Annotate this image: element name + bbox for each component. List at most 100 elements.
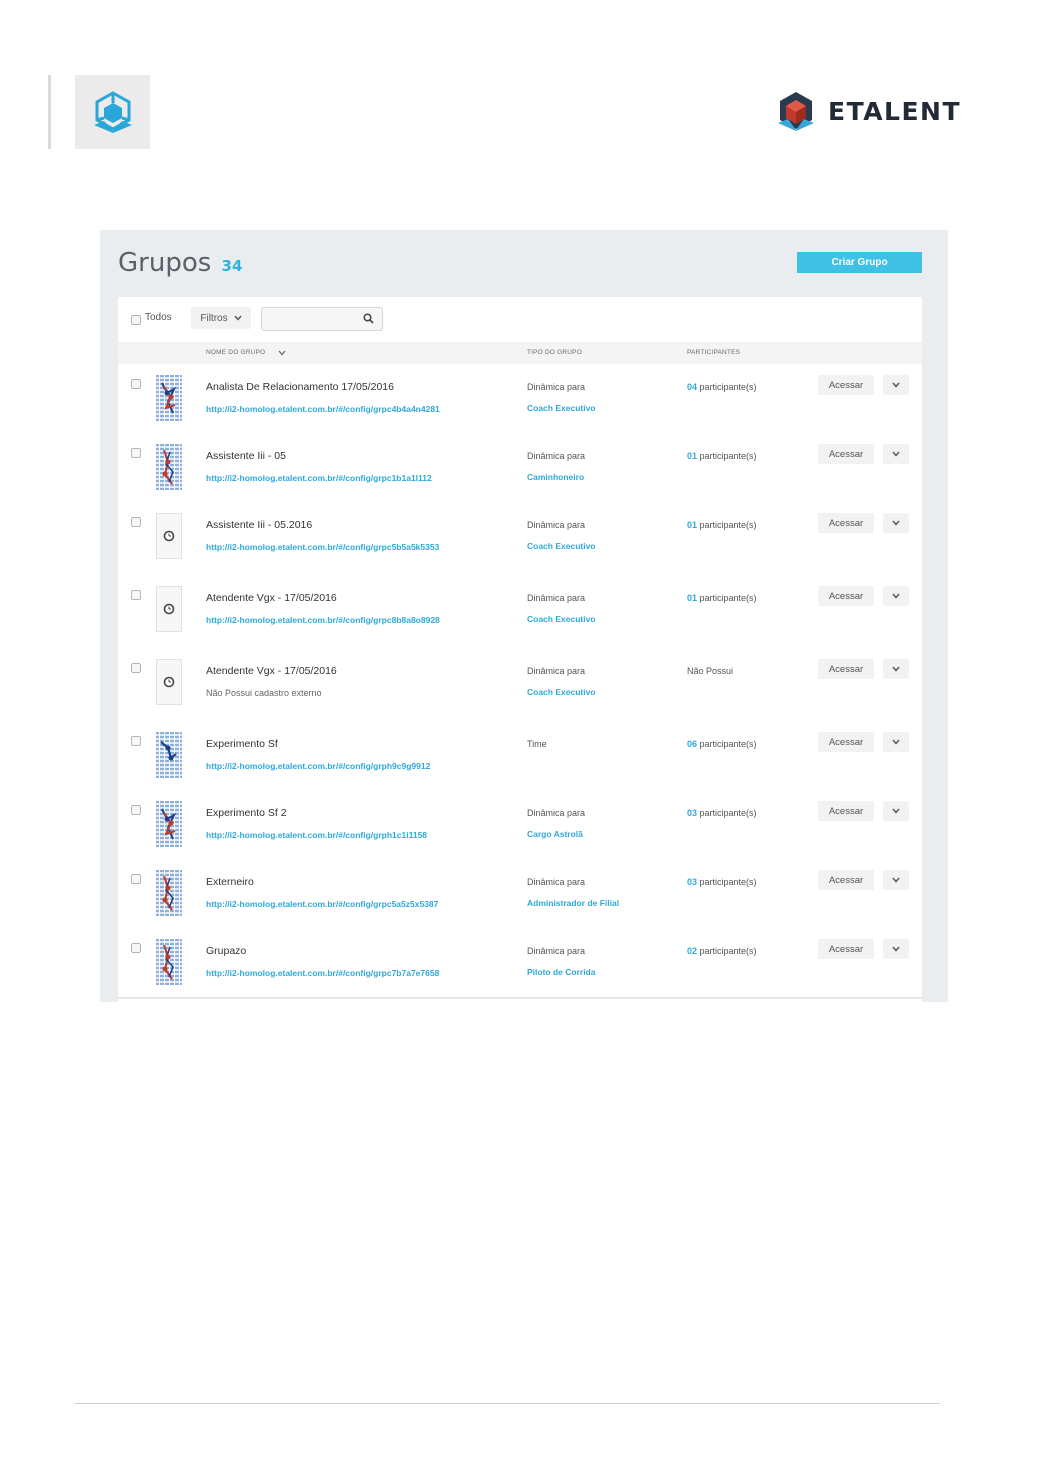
brand-name: ETALENT xyxy=(828,96,962,126)
group-name: Assistente Iii - 05 xyxy=(206,450,286,462)
groups-screen: Grupos 34 Criar Grupo Todos Filtros NOME… xyxy=(100,230,948,1002)
group-type: Dinâmica para xyxy=(527,808,586,818)
group-link[interactable]: http://i2-homolog.etalent.com.br/#/confi… xyxy=(206,761,430,771)
group-type: Dinâmica para xyxy=(527,946,586,956)
more-options-button[interactable] xyxy=(883,513,909,533)
more-options-button[interactable] xyxy=(883,801,909,821)
chevron-down-icon xyxy=(892,808,900,814)
toolbar: Todos Filtros xyxy=(118,297,922,342)
table-header: NOME DO GRUPO TIPO DO GRUPO PARTICIPANTE… xyxy=(118,342,922,365)
participants-count[interactable]: 03 xyxy=(687,808,697,818)
header-rule xyxy=(48,75,51,149)
participants-count[interactable]: 06 xyxy=(687,739,697,749)
row-checkbox[interactable] xyxy=(131,663,141,673)
access-button[interactable]: Acessar xyxy=(818,939,874,959)
more-options-button[interactable] xyxy=(883,870,909,890)
participants-label: participante(s) xyxy=(697,451,757,461)
participants-count[interactable]: 04 xyxy=(687,382,697,392)
participants-count[interactable]: 01 xyxy=(687,593,697,603)
group-link[interactable]: http://i2-homolog.etalent.com.br/#/confi… xyxy=(206,542,439,552)
etalent-cube-icon xyxy=(778,92,814,131)
group-name: Experimento Sf 2 xyxy=(206,807,287,819)
group-thumbnail xyxy=(156,732,182,778)
participants-count[interactable]: 02 xyxy=(687,946,697,956)
row-checkbox[interactable] xyxy=(131,517,141,527)
column-name-header[interactable]: NOME DO GRUPO xyxy=(206,349,265,356)
participants: 04 participante(s) xyxy=(687,382,757,392)
access-button[interactable]: Acessar xyxy=(818,375,874,395)
filters-dropdown[interactable]: Filtros xyxy=(191,307,251,329)
access-button[interactable]: Acessar xyxy=(818,732,874,752)
group-link[interactable]: http://i2-homolog.etalent.com.br/#/confi… xyxy=(206,830,427,840)
group-link[interactable]: http://i2-homolog.etalent.com.br/#/confi… xyxy=(206,473,432,483)
group-link[interactable]: http://i2-homolog.etalent.com.br/#/confi… xyxy=(206,615,440,625)
row-checkbox[interactable] xyxy=(131,943,141,953)
access-button[interactable]: Acessar xyxy=(818,659,874,679)
chart-thumbnail-icon xyxy=(156,939,182,985)
more-options-button[interactable] xyxy=(883,375,909,395)
participants: 03 participante(s) xyxy=(687,877,757,887)
chart-thumbnail-icon xyxy=(156,444,182,490)
participants-label: participante(s) xyxy=(697,946,757,956)
group-link[interactable]: http://i2-homolog.etalent.com.br/#/confi… xyxy=(206,404,440,414)
more-options-button[interactable] xyxy=(883,444,909,464)
more-options-button[interactable] xyxy=(883,732,909,752)
group-thumbnail xyxy=(156,870,182,916)
row-checkbox[interactable] xyxy=(131,379,141,389)
row-checkbox[interactable] xyxy=(131,736,141,746)
clock-icon xyxy=(156,513,182,559)
group-link[interactable]: http://i2-homolog.etalent.com.br/#/confi… xyxy=(206,968,439,978)
chevron-down-icon xyxy=(892,739,900,745)
participants-count[interactable]: 01 xyxy=(687,520,697,530)
group-thumbnail xyxy=(156,939,182,985)
group-name: Assistente Iii - 05.2016 xyxy=(206,519,313,531)
more-options-button[interactable] xyxy=(883,659,909,679)
table-row: Grupazo http://i2-homolog.etalent.com.br/… xyxy=(118,928,922,999)
row-checkbox[interactable] xyxy=(131,448,141,458)
group-external-note: Não Possui cadastro externo xyxy=(206,688,322,698)
search-input[interactable] xyxy=(262,308,363,329)
group-type-role: Coach Executivo xyxy=(527,614,596,624)
participants-label: participante(s) xyxy=(697,382,757,392)
group-name: Atendente Vgx - 17/05/2016 xyxy=(206,592,337,604)
access-button[interactable]: Acessar xyxy=(818,801,874,821)
group-type: Time xyxy=(527,739,547,749)
access-button[interactable]: Acessar xyxy=(818,870,874,890)
more-options-button[interactable] xyxy=(883,586,909,606)
access-button[interactable]: Acessar xyxy=(818,444,874,464)
chart-thumbnail-icon xyxy=(156,801,182,847)
groups-count: 34 xyxy=(221,257,243,275)
row-checkbox[interactable] xyxy=(131,874,141,884)
brand-logo: ETALENT xyxy=(776,90,961,132)
group-type-role: Coach Executivo xyxy=(527,541,596,551)
participants: 02 participante(s) xyxy=(687,946,757,956)
row-checkbox[interactable] xyxy=(131,805,141,815)
participants: 01 participante(s) xyxy=(687,593,757,603)
create-group-button[interactable]: Criar Grupo xyxy=(797,252,922,273)
group-name: Analista De Relacionamento 17/05/2016 xyxy=(206,381,394,393)
chevron-down-icon xyxy=(234,315,242,321)
participants-count[interactable]: 01 xyxy=(687,451,697,461)
cube-icon xyxy=(93,91,132,133)
row-checkbox[interactable] xyxy=(131,590,141,600)
group-thumbnail xyxy=(156,375,182,421)
group-type: Dinâmica para xyxy=(527,451,586,461)
search-icon[interactable] xyxy=(363,313,374,324)
group-thumbnail xyxy=(156,586,182,632)
chart-thumbnail-icon xyxy=(156,732,182,778)
groups-panel: Todos Filtros NOME DO GRUPO TIPO DO GRUP… xyxy=(118,297,922,1002)
access-button[interactable]: Acessar xyxy=(818,513,874,533)
group-link[interactable]: http://i2-homolog.etalent.com.br/#/confi… xyxy=(206,899,438,909)
sort-chevron-icon[interactable] xyxy=(278,350,286,356)
select-all-checkbox[interactable] xyxy=(131,315,141,325)
group-type: Dinâmica para xyxy=(527,877,586,887)
more-options-button[interactable] xyxy=(883,939,909,959)
table-row: Atendente Vgx - 17/05/2016 Não Possui cad… xyxy=(118,648,922,723)
access-button[interactable]: Acessar xyxy=(818,586,874,606)
footer-rule xyxy=(75,1403,940,1404)
select-all-label: Todos xyxy=(145,312,172,323)
chevron-down-icon xyxy=(892,666,900,672)
chart-thumbnail-icon xyxy=(156,870,182,916)
group-thumbnail xyxy=(156,659,182,705)
participants-count[interactable]: 03 xyxy=(687,877,697,887)
